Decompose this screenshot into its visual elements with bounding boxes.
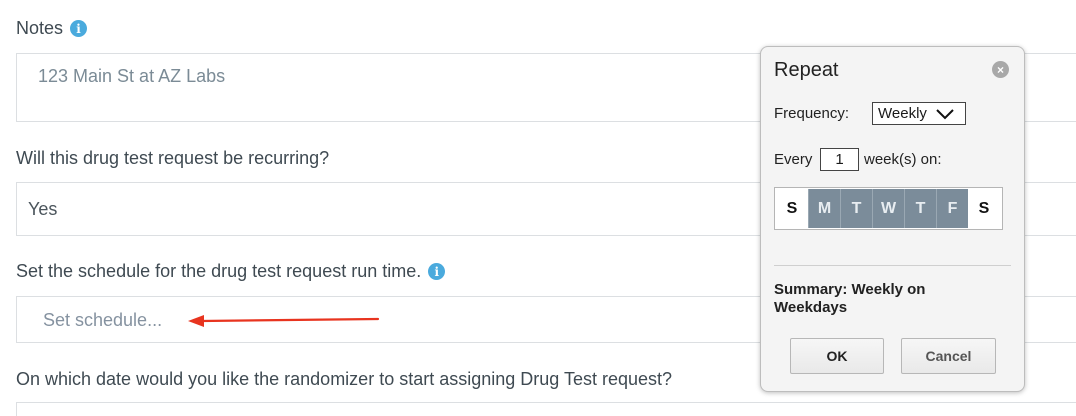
notes-label-row: Notes i: [16, 18, 88, 39]
day-toggle-thursday[interactable]: T: [904, 189, 936, 228]
day-toggle-friday[interactable]: F: [936, 189, 968, 228]
repeat-dialog-title: Repeat: [774, 59, 839, 81]
ok-button[interactable]: OK: [790, 338, 884, 374]
every-interval-input[interactable]: 1: [820, 148, 859, 171]
info-icon[interactable]: i: [428, 263, 446, 280]
frequency-value: Weekly: [878, 105, 927, 122]
repeat-dialog: Repeat × Frequency: Weekly Every 1 week(…: [760, 46, 1025, 392]
day-toggle-tuesday[interactable]: T: [840, 189, 872, 228]
every-suffix-label: week(s) on:: [864, 151, 942, 168]
day-toggle-monday[interactable]: M: [808, 189, 840, 228]
notes-value: 123 Main St at AZ Labs: [38, 66, 226, 86]
weekday-selector: S M T W T F S: [774, 187, 1003, 230]
info-icon[interactable]: i: [70, 20, 88, 37]
notes-label: Notes: [16, 18, 64, 38]
start-date-question-row: On which date would you like the randomi…: [16, 369, 672, 390]
drug-test-form-page: Notes i 123 Main St at AZ Labs Will this…: [0, 0, 1076, 416]
cancel-button[interactable]: Cancel: [901, 338, 996, 374]
close-circle-icon[interactable]: ×: [992, 61, 1009, 78]
day-toggle-saturday[interactable]: S: [968, 189, 1000, 228]
dialog-divider: [774, 265, 1011, 266]
schedule-label-row: Set the schedule for the drug test reque…: [16, 261, 446, 282]
recurring-question-row: Will this drug test request be recurring…: [16, 148, 329, 169]
frequency-label: Frequency:: [774, 105, 850, 122]
start-date-question: On which date would you like the randomi…: [16, 369, 673, 389]
day-toggle-sunday[interactable]: S: [776, 189, 808, 228]
chevron-down-icon: [936, 108, 954, 119]
day-toggle-wednesday[interactable]: W: [872, 189, 904, 228]
start-date-field[interactable]: [16, 402, 1076, 416]
every-label: Every: [774, 151, 813, 168]
schedule-label: Set the schedule for the drug test reque…: [16, 261, 422, 281]
red-arrow-annotation-icon: [188, 315, 380, 327]
recurring-question: Will this drug test request be recurring…: [16, 148, 330, 168]
recurring-value: Yes: [28, 199, 58, 219]
repeat-summary: Summary: Weekly on Weekdays: [774, 281, 926, 316]
frequency-select[interactable]: Weekly: [872, 102, 966, 125]
schedule-placeholder: Set schedule...: [43, 310, 163, 330]
